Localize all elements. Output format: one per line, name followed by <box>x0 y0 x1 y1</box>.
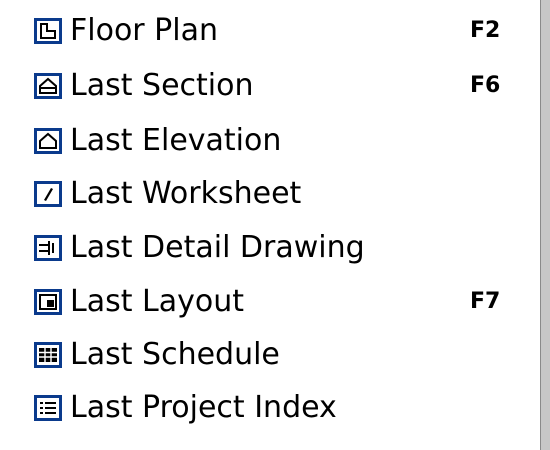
section-icon <box>34 73 62 99</box>
menu-item-label: Last Section <box>70 68 254 103</box>
menu-item-label: Last Elevation <box>70 123 282 158</box>
menu-item-label: Last Detail Drawing <box>70 230 365 265</box>
menu-item-label: Last Project Index <box>70 390 337 425</box>
menu-item-shortcut: F7 <box>470 289 501 314</box>
menu-item-shortcut: F6 <box>470 73 501 98</box>
detail-drawing-icon <box>34 235 62 261</box>
menu-item-label: Floor Plan <box>70 13 218 48</box>
project-index-icon <box>34 395 62 421</box>
menu-item-floor-plan[interactable]: Floor Plan F2 <box>0 5 540 57</box>
menu-item-last-detail-drawing[interactable]: Last Detail Drawing <box>0 222 540 274</box>
menu-item-label: Last Schedule <box>70 337 280 372</box>
menu-item-last-worksheet[interactable]: Last Worksheet <box>0 168 540 220</box>
menu-item-label: Last Layout <box>70 284 245 319</box>
floor-plan-icon <box>34 18 62 44</box>
schedule-icon <box>34 342 62 368</box>
menu-item-shortcut: F2 <box>470 18 501 43</box>
menu-item-last-elevation[interactable]: Last Elevation <box>0 115 540 167</box>
worksheet-icon <box>34 181 62 207</box>
menu-item-last-schedule[interactable]: Last Schedule <box>0 329 540 381</box>
menu-item-label: Last Worksheet <box>70 176 302 211</box>
menu-edge <box>540 0 550 450</box>
menu-item-last-layout[interactable]: Last Layout F7 <box>0 276 540 328</box>
menu-item-last-section[interactable]: Last Section F6 <box>0 60 540 112</box>
menu-item-last-project-index[interactable]: Last Project Index <box>0 382 540 434</box>
elevation-icon <box>34 128 62 154</box>
navigate-menu: Floor Plan F2 Last Section F6 Last Eleva… <box>0 0 540 450</box>
layout-icon <box>34 289 62 315</box>
